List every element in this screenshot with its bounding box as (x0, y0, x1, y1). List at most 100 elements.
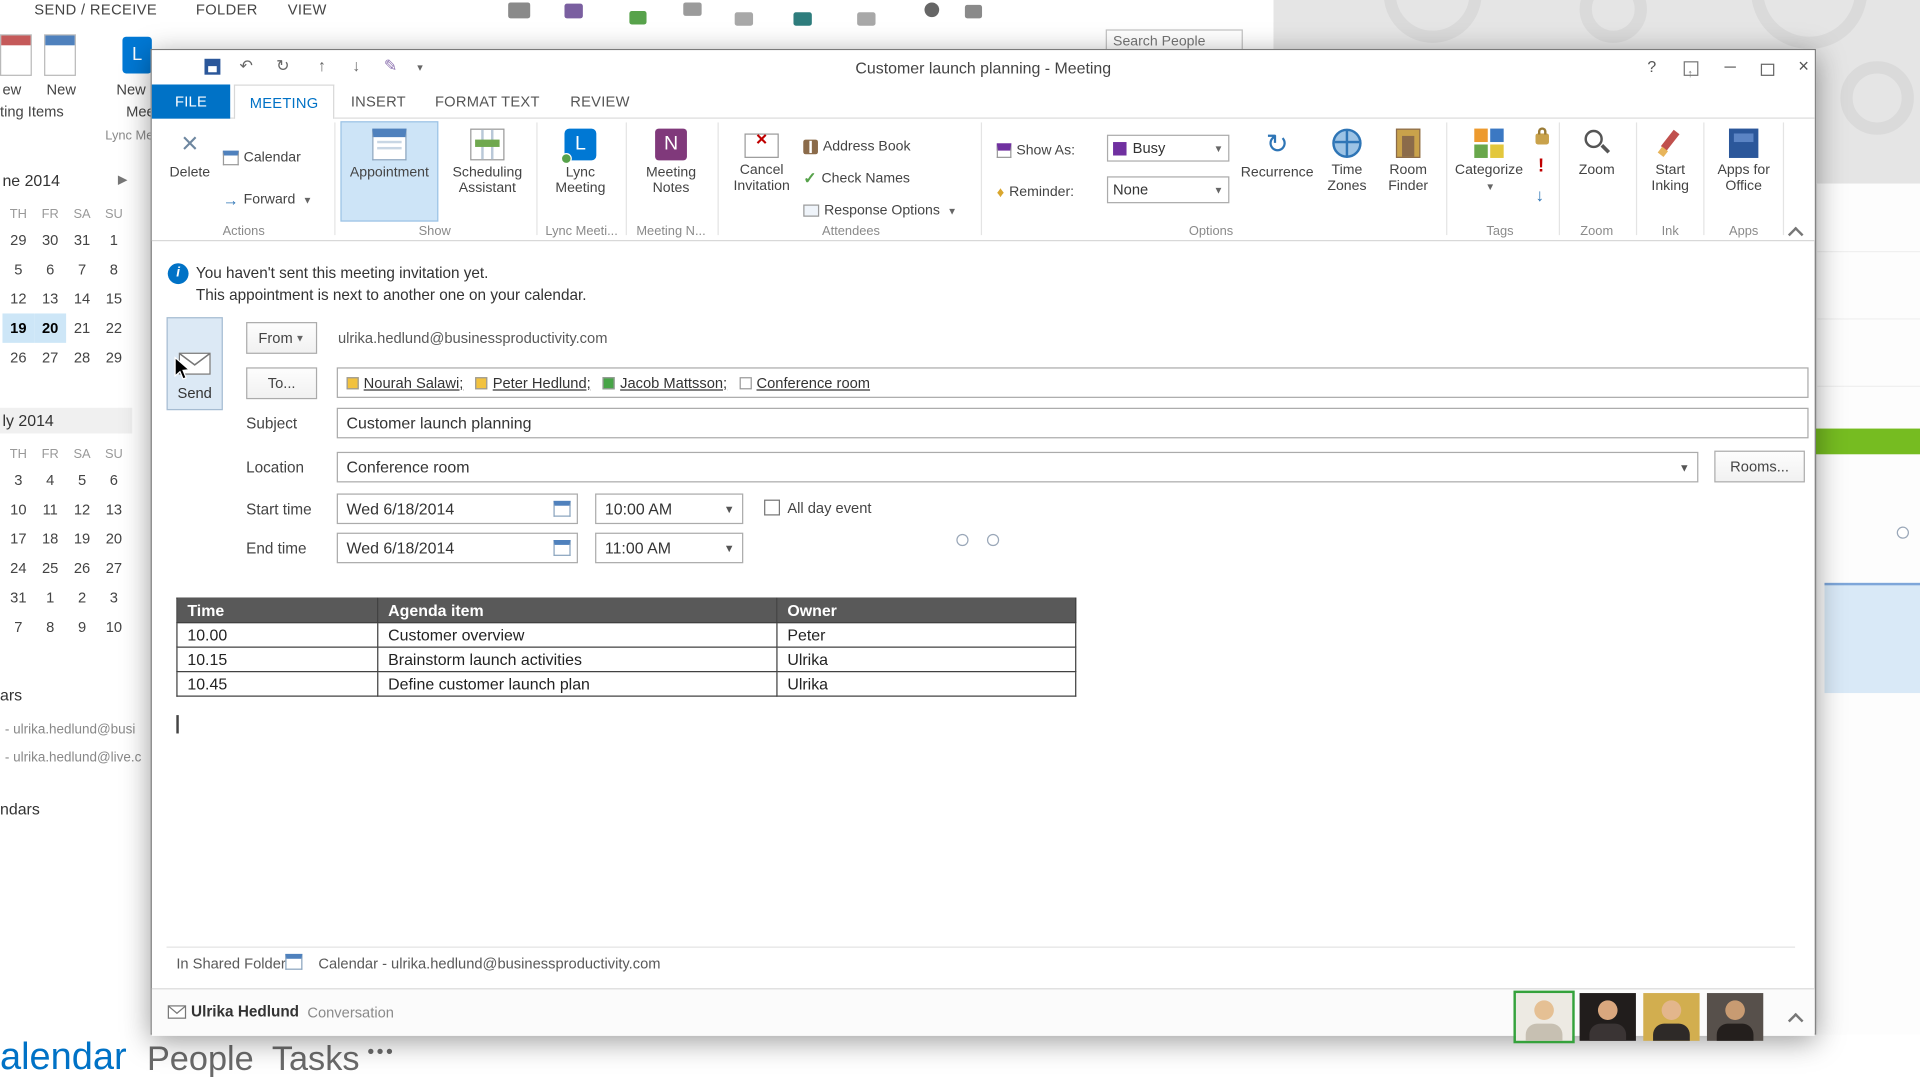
calendar-day[interactable]: 15 (98, 284, 130, 313)
calendar-time-block[interactable] (1824, 583, 1920, 693)
scheduling-assistant-button[interactable]: Scheduling Assistant (443, 121, 531, 221)
calendar-day[interactable]: 9 (66, 612, 98, 641)
low-importance-button[interactable]: ↓ (1536, 185, 1545, 205)
nav-people[interactable]: People (147, 1040, 254, 1079)
attendee-photo-1[interactable] (1516, 993, 1572, 1041)
recipient-name[interactable]: Jacob Mattsson; (620, 374, 727, 391)
background-ribbon-icon[interactable] (564, 4, 582, 19)
calendar-day[interactable]: 12 (66, 495, 98, 524)
background-ribbon-icon[interactable] (508, 2, 530, 18)
calendar-day[interactable]: 27 (98, 553, 130, 582)
calendar-day[interactable]: 1 (34, 583, 66, 612)
agenda-row[interactable]: 10.00 Customer overview Peter (177, 623, 1076, 647)
calendar-day[interactable]: 22 (98, 313, 130, 342)
background-ribbon-icon[interactable] (965, 5, 982, 18)
calendar-day[interactable]: 26 (2, 343, 34, 372)
calendar-day[interactable]: 29 (98, 343, 130, 372)
calendar-day[interactable]: 13 (98, 495, 130, 524)
recipient-name[interactable]: Nourah Salawi; (364, 374, 464, 391)
calendar-event-green-bar[interactable] (1816, 429, 1920, 455)
tab-insert[interactable]: INSERT (339, 84, 417, 118)
recurrence-button[interactable]: ↻ Recurrence (1242, 121, 1313, 221)
start-inking-button[interactable]: Start Inking (1641, 121, 1700, 221)
tab-meeting[interactable]: MEETING (234, 84, 334, 120)
appointment-button[interactable]: Appointment (340, 121, 438, 221)
calendar-day[interactable]: 2 (66, 583, 98, 612)
calendar-day[interactable]: 8 (34, 612, 66, 641)
calendar-day[interactable]: 25 (34, 553, 66, 582)
background-ribbon-icon[interactable] (924, 2, 939, 17)
agenda-cell[interactable]: 10.00 (177, 623, 378, 647)
calendar-day[interactable]: 5 (2, 255, 34, 284)
chevron-down-icon[interactable]: ▼ (1679, 461, 1690, 473)
agenda-row[interactable]: 10.15 Brainstorm launch activities Ulrik… (177, 647, 1076, 671)
lync-meeting-button[interactable]: L Lync Meeting (541, 121, 619, 221)
agenda-cell[interactable]: Ulrika (777, 672, 1076, 696)
tab-view[interactable]: VIEW (288, 1, 327, 23)
background-ribbon-icon[interactable] (793, 12, 811, 25)
rooms-button[interactable]: Rooms... (1714, 451, 1805, 483)
to-field[interactable]: Nourah Salawi; Peter Hedlund; Jacob Matt… (337, 367, 1809, 398)
time-zones-button[interactable]: Time Zones (1318, 121, 1377, 221)
close-button[interactable]: × (1788, 55, 1820, 79)
apps-for-office-button[interactable]: Apps for Office (1709, 121, 1778, 221)
background-ribbon-icon[interactable] (683, 2, 701, 15)
calendar-day[interactable]: 19 (2, 313, 34, 342)
calendar-day[interactable]: 14 (66, 284, 98, 313)
help-button[interactable]: ? (1636, 55, 1668, 79)
agenda-table[interactable]: Time Agenda item Owner 10.00 Customer ov… (176, 598, 1076, 697)
agenda-cell[interactable]: Define customer launch plan (378, 672, 777, 696)
agenda-cell[interactable]: 10.15 (177, 647, 378, 671)
date-picker-icon[interactable] (553, 540, 570, 556)
agenda-cell[interactable]: 10.45 (177, 672, 378, 696)
address-book-button[interactable]: Address Book (803, 136, 910, 158)
calendar-day[interactable]: 30 (34, 225, 66, 254)
new-items-label[interactable]: ting Items (0, 103, 64, 120)
calendar-day[interactable]: 26 (66, 553, 98, 582)
calendar-day[interactable]: 6 (34, 255, 66, 284)
categorize-button[interactable]: Categorize ▼ (1452, 121, 1525, 221)
show-as-combo[interactable]: Busy ▼ (1107, 135, 1229, 162)
recipient-name[interactable]: Peter Hedlund; (493, 374, 591, 391)
from-button[interactable]: From ▼ (246, 322, 317, 354)
cancel-invitation-button[interactable]: × Cancel Invitation (724, 121, 800, 221)
other-calendars-label[interactable]: ndars (0, 800, 40, 818)
calendar-day[interactable]: 3 (98, 583, 130, 612)
forward-button[interactable]: → Forward ▼ (223, 189, 313, 211)
date-picker-icon[interactable] (553, 501, 570, 517)
nav-calendar[interactable]: alendar (0, 1035, 127, 1079)
calendar-day[interactable]: 5 (66, 465, 98, 494)
location-combo[interactable]: Conference room ▼ (337, 452, 1699, 483)
room-finder-button[interactable]: Room Finder (1379, 121, 1438, 221)
calendar-day[interactable]: 21 (66, 313, 98, 342)
attendee-photo-2[interactable] (1580, 993, 1636, 1041)
calendar-day[interactable]: 7 (2, 612, 34, 641)
background-ribbon-icon[interactable] (735, 12, 753, 25)
tab-review[interactable]: REVIEW (556, 84, 644, 118)
calendar-day[interactable]: 31 (66, 225, 98, 254)
calendar-day[interactable]: 4 (34, 465, 66, 494)
calendar-day[interactable]: 31 (2, 583, 34, 612)
subject-field[interactable]: Customer launch planning (337, 408, 1809, 439)
recipient-chip[interactable]: Peter Hedlund; (476, 374, 591, 391)
check-names-button[interactable]: ✓ Check Names (803, 168, 910, 190)
new-button-label[interactable]: ew (2, 81, 21, 98)
calendar-day[interactable]: 19 (66, 524, 98, 553)
recipient-chip[interactable]: Nourah Salawi; (347, 374, 464, 391)
tab-file[interactable]: FILE (152, 84, 230, 118)
start-time-combo[interactable]: 10:00 AM ▼ (595, 493, 743, 524)
chevron-down-icon[interactable]: ▼ (724, 503, 735, 515)
zoom-button[interactable]: Zoom (1565, 121, 1629, 221)
calendar-day[interactable]: 27 (34, 343, 66, 372)
calendar-day[interactable]: 17 (2, 524, 34, 553)
pin-button[interactable]: ↑ (1675, 55, 1707, 79)
calendar-day[interactable]: 29 (2, 225, 34, 254)
agenda-row[interactable]: 10.45 Define customer launch plan Ulrika (177, 672, 1076, 696)
new-button-label[interactable]: New (47, 81, 76, 98)
calendar-day[interactable]: 28 (66, 343, 98, 372)
tab-folder[interactable]: FOLDER (196, 1, 258, 23)
recipient-chip[interactable]: Conference room (739, 374, 870, 391)
high-importance-button[interactable]: ! (1538, 156, 1544, 177)
calendar-day[interactable]: 13 (34, 284, 66, 313)
reminder-combo[interactable]: None ▼ (1107, 176, 1229, 203)
